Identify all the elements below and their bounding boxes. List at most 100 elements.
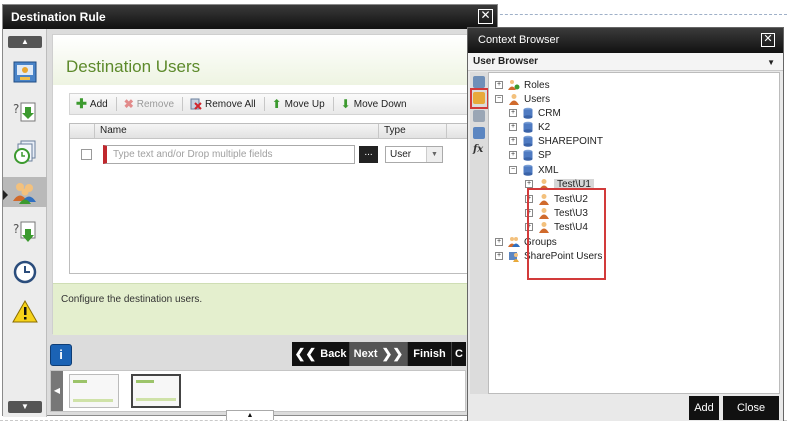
grid-header: Name Type — [70, 124, 488, 139]
svg-text:?: ? — [13, 222, 19, 236]
move-down-button[interactable]: ⬇ Move Down — [341, 97, 407, 111]
move-down-label: Move Down — [353, 98, 407, 110]
name-input[interactable]: Type text and/or Drop multiple fields — [103, 145, 355, 164]
tree-item-sharepoint[interactable]: + SHAREPOINT — [509, 134, 603, 148]
step-thumbnail-selected[interactable] — [131, 374, 181, 408]
wizard-titlebar: Destination Rule — [3, 5, 497, 29]
back-button[interactable]: ❮❮ Back — [292, 342, 350, 366]
database-icon — [522, 135, 534, 147]
column-divider — [378, 124, 379, 139]
collapse-icon[interactable]: − — [509, 166, 517, 174]
remove-all-button[interactable]: Remove All — [190, 98, 256, 110]
next-button[interactable]: Next ❯❯ — [350, 342, 408, 366]
tree-item-label: K2 — [538, 121, 551, 133]
add-button[interactable]: Add — [689, 396, 719, 420]
column-header-type[interactable]: Type — [384, 125, 406, 136]
tree-item-label: SP — [538, 149, 552, 161]
thumbnail-bar — [136, 398, 176, 401]
step-thumbnail[interactable] — [69, 374, 119, 408]
double-chevron-right-icon: ❯❯ — [381, 346, 404, 361]
tree-item-crm[interactable]: + CRM — [509, 106, 561, 120]
database-icon — [522, 149, 534, 161]
browser-type-value: User Browser — [473, 56, 539, 67]
context-tree: + Roles − Users + CRM + K2 + SHAREPOINT … — [488, 72, 780, 394]
roles-icon — [508, 79, 520, 91]
tree-item-label: CRM — [538, 107, 561, 119]
remove-all-icon — [190, 98, 202, 110]
panel-toggle-tab[interactable]: ▲ — [226, 410, 274, 420]
table-row: Type text and/or Drop multiple fields ..… — [70, 144, 488, 166]
page-title: Destination Users — [66, 57, 201, 76]
tree-item-label: XML — [538, 164, 559, 176]
expand-icon[interactable]: + — [495, 252, 503, 260]
tree-item-roles[interactable]: + Roles — [495, 78, 550, 92]
close-icon[interactable]: ✕ — [478, 9, 493, 24]
workflow-icon[interactable] — [473, 127, 485, 139]
finish-button[interactable]: Finish — [408, 342, 452, 366]
warning-icon[interactable] — [9, 297, 41, 327]
thumbnail-bar — [73, 380, 87, 383]
groups-icon — [508, 236, 520, 248]
type-select[interactable]: User ▼ — [385, 146, 443, 163]
expand-icon[interactable]: + — [509, 123, 517, 131]
info-text: Configure the destination users. — [61, 294, 203, 305]
svg-text:?: ? — [13, 102, 19, 116]
move-up-button[interactable]: ⬆ Move Up — [272, 97, 325, 111]
expand-icon[interactable]: + — [495, 238, 503, 246]
collapse-icon[interactable]: − — [495, 95, 503, 103]
clock-icon[interactable] — [9, 257, 41, 287]
wizard-content-panel: Destination Users ✚ Add ✖ Remove Remove … — [52, 34, 498, 335]
column-divider — [94, 124, 95, 139]
context-browser-titlebar: Context Browser — [468, 28, 783, 53]
toolbar-divider — [115, 97, 117, 111]
thumbnail-bar — [136, 380, 154, 383]
tree-item-sp[interactable]: + SP — [509, 148, 551, 162]
cancel-button[interactable]: C — [452, 342, 466, 366]
close-button[interactable]: Close — [723, 396, 779, 420]
users-toolbar: ✚ Add ✖ Remove Remove All ⬆ Move Up ⬇ Mo… — [69, 93, 489, 115]
wizard-step-rail: ▲ ? ? ▼ — [3, 29, 47, 417]
add-label: Add — [89, 98, 108, 110]
add-button[interactable]: ✚ Add — [76, 96, 108, 112]
wizard-nav-bar: ❮❮ Back Next ❯❯ Finish C — [292, 342, 466, 366]
column-header-name[interactable]: Name — [100, 125, 127, 136]
chevron-left-icon[interactable]: ◀ — [51, 371, 63, 411]
rail-scroll-down-button[interactable]: ▼ — [8, 401, 42, 413]
users-grid: Name Type Type text and/or Drop multiple… — [69, 123, 489, 274]
expand-icon[interactable]: + — [509, 137, 517, 145]
toolbar-divider — [263, 97, 265, 111]
pages-icon[interactable] — [9, 137, 41, 167]
info-icon[interactable]: i — [50, 344, 72, 366]
expand-icon[interactable]: + — [525, 180, 533, 188]
row-checkbox[interactable] — [81, 149, 92, 160]
background-grid-line — [470, 14, 787, 15]
expand-icon[interactable]: + — [509, 151, 517, 159]
close-icon[interactable]: ✕ — [761, 33, 775, 47]
xml-users-highlight — [527, 188, 606, 280]
tree-item-xml[interactable]: − XML — [509, 163, 559, 177]
users-icon[interactable] — [3, 177, 47, 207]
database-icon — [522, 107, 534, 119]
import-icon[interactable]: ? — [9, 97, 41, 127]
remove-button[interactable]: ✖ Remove — [124, 97, 174, 111]
remove-icon: ✖ — [123, 97, 134, 111]
remove-label: Remove — [136, 98, 175, 110]
object-icon[interactable] — [473, 110, 485, 122]
info-band: Configure the destination users. — [53, 283, 497, 335]
browser-icon[interactable] — [473, 76, 485, 88]
tree-item-users[interactable]: − Users — [495, 92, 550, 106]
wizard-step-icon[interactable] — [9, 57, 41, 87]
export-icon[interactable]: ? — [9, 217, 41, 247]
sharepoint-users-icon — [508, 250, 520, 262]
rail-scroll-up-button[interactable]: ▲ — [8, 36, 42, 48]
toolbar-divider — [182, 97, 184, 111]
function-icon[interactable]: fx — [473, 144, 485, 156]
expand-icon[interactable]: + — [495, 81, 503, 89]
double-chevron-left-icon: ❮❮ — [294, 346, 317, 361]
type-select-value: User — [390, 149, 412, 160]
tree-item-k2[interactable]: + K2 — [509, 120, 550, 134]
expand-icon[interactable]: + — [509, 109, 517, 117]
tree-item-label: Roles — [524, 79, 550, 91]
ellipsis-button[interactable]: ... — [359, 146, 378, 163]
browser-type-dropdown[interactable]: User Browser ▼ — [468, 53, 783, 71]
